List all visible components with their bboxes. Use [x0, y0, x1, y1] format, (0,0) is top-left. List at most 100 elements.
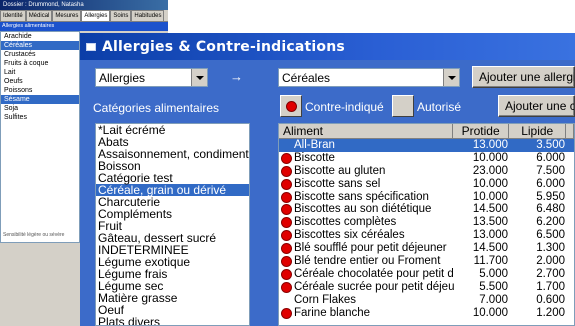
list-item[interactable]: Crustacés	[1, 50, 79, 59]
tab-identité[interactable]: Identité	[0, 10, 26, 21]
aliment-cell: Blé tendre entier ou Froment	[279, 255, 454, 268]
protide-cell: 5.000	[479, 267, 508, 280]
contra-indicated-icon	[281, 230, 292, 242]
status-blank-icon	[281, 140, 292, 151]
protide-cell: 11.700	[473, 255, 508, 268]
dialog-title-bar[interactable]: Allergies & Contre-indications	[80, 33, 575, 60]
lipide-cell: 6.480	[536, 203, 565, 216]
aliment-cell: All-Bran	[279, 139, 454, 152]
protide-cell: 13.000	[472, 229, 508, 242]
list-item[interactable]: Lait	[1, 68, 79, 77]
type-combo-dropdown-button[interactable]	[191, 69, 207, 86]
list-item[interactable]: Soja	[1, 104, 79, 113]
contra-indicated-icon	[281, 152, 292, 164]
lipide-cell: 3.500	[536, 139, 565, 151]
aliment-cell: Biscottes six céréales	[279, 229, 454, 242]
allergen-combo-dropdown-button[interactable]	[443, 69, 459, 86]
list-item[interactable]: Céréales	[1, 41, 79, 50]
table-row[interactable]: Blé tendre entier ou Froment 11.700 2.000	[279, 255, 574, 268]
lipide-cell: 1.700	[536, 280, 565, 293]
contra-indicated-icon	[281, 255, 292, 267]
column-header-aliment[interactable]: Aliment	[279, 124, 453, 138]
aliment-name: Céréale chocolatée pour petit d...	[294, 267, 454, 280]
aliments-table[interactable]: Aliment Protide Lipide All-Bran 13.000 3.5…	[278, 123, 575, 326]
list-item[interactable]: Arachide	[1, 32, 79, 41]
tab-habitudes[interactable]: Habitudes	[131, 10, 165, 21]
lipide-cell: 0.600	[536, 293, 565, 306]
aliment-name: Biscotte sans spécification	[294, 190, 429, 203]
table-row[interactable]: Biscottes six céréales 13.000 6.500	[279, 229, 574, 242]
add-allergy-button[interactable]: Ajouter une allergie	[472, 66, 575, 88]
aliment-name: Biscotte	[294, 151, 335, 164]
contra-indicated-icon	[281, 307, 292, 319]
table-row[interactable]: Blé soufflé pour petit déjeuner 14.500 1.3…	[279, 242, 574, 255]
background-footnote: Sensibilité légère ou sévère	[3, 232, 65, 238]
tab-soins[interactable]: Soins	[110, 10, 132, 21]
aliment-cell: Céréale chocolatée pour petit d...	[279, 268, 454, 281]
lipide-cell: 6.500	[536, 229, 565, 242]
authorized-label: Autorisé	[417, 100, 462, 114]
column-header-lipide[interactable]: Lipide	[509, 124, 567, 138]
table-row[interactable]: Biscotte au gluten 23.000 7.500	[279, 165, 574, 178]
list-item[interactable]: Sulfites	[1, 113, 79, 122]
column-header-extra	[566, 124, 574, 138]
add-contra-indication-button[interactable]: Ajouter une c	[498, 95, 575, 117]
list-item[interactable]: Fruits à coque	[1, 59, 79, 68]
list-item[interactable]: Sésame	[1, 95, 79, 104]
contra-indicated-swatch[interactable]	[280, 95, 302, 117]
table-row[interactable]: Céréale chocolatée pour petit d... 5.000 2…	[279, 268, 574, 281]
aliment-cell: Biscotte	[279, 152, 454, 165]
type-combo[interactable]: Allergies	[95, 68, 208, 87]
contra-indicated-icon	[281, 243, 292, 255]
category-item[interactable]: Plats divers	[96, 316, 249, 325]
lipide-cell: 7.500	[536, 164, 565, 177]
column-header-protide[interactable]: Protide	[453, 124, 510, 138]
table-row[interactable]: Biscotte 10.000 6.000	[279, 152, 574, 165]
lipide-cell: 2.000	[536, 255, 565, 268]
lipide-cell: 2.700	[536, 267, 565, 280]
background-allergy-list[interactable]: Arachide Céréales Crustacés Fruits à coque L…	[0, 31, 80, 243]
table-row[interactable]: Céréale sucrée pour petit déjeu... 5.500 1…	[279, 281, 574, 294]
aliment-name: Blé tendre entier ou Froment	[294, 255, 441, 267]
table-row[interactable]: All-Bran 13.000 3.500	[279, 139, 574, 152]
tab-mesures[interactable]: Mesures	[52, 10, 82, 21]
window-icon	[86, 42, 96, 51]
aliment-cell: Biscotte sans spécification	[279, 191, 454, 204]
table-row[interactable]: Biscotte sans sel 10.000 6.000	[279, 178, 574, 191]
aliment-name: Biscottes au son diététique	[294, 203, 432, 216]
aliment-name: Céréale sucrée pour petit déjeu...	[294, 280, 454, 293]
table-row[interactable]: Biscottes au son diététique 14.500 6.480	[279, 203, 574, 216]
type-combo-value: Allergies	[99, 71, 146, 85]
contra-indicated-icon	[281, 217, 292, 229]
authorized-swatch[interactable]	[392, 95, 414, 117]
list-item[interactable]: Poissons	[1, 86, 79, 95]
protide-cell: 23.000	[472, 164, 508, 177]
contra-indicated-icon	[281, 191, 292, 203]
table-row[interactable]: Farine blanche 10.000 1.200	[279, 307, 574, 320]
chevron-down-icon	[195, 75, 204, 80]
categories-list[interactable]: *Lait écrémé Abats Assaisonnement, condime…	[95, 123, 250, 326]
lipide-cell: 6.000	[536, 151, 565, 164]
lipide-cell: 5.950	[536, 190, 565, 203]
list-item[interactable]: Oeufs	[1, 77, 79, 86]
lipide-cell: 6.200	[536, 216, 565, 229]
protide-cell: 10.000	[472, 190, 508, 203]
status-blank-icon	[281, 295, 292, 306]
aliment-name: Corn Flakes	[294, 293, 356, 306]
table-row[interactable]: Corn Flakes 7.000 0.600	[279, 294, 574, 307]
aliment-name: Blé soufflé pour petit déjeuner	[294, 242, 447, 255]
aliment-cell: Céréale sucrée pour petit déjeu...	[279, 281, 454, 294]
contra-indicated-icon	[281, 281, 292, 293]
table-row[interactable]: Biscottes complètes 13.500 6.200	[279, 216, 574, 229]
table-row[interactable]: Biscotte sans spécification 10.000 5.950	[279, 191, 574, 204]
tab-allergies[interactable]: Allergies	[81, 10, 111, 21]
allergen-combo[interactable]: Céréales	[278, 68, 460, 87]
tab-médical[interactable]: Médical	[25, 10, 53, 21]
lipide-cell: 1.200	[536, 306, 565, 319]
red-dot-icon	[286, 101, 297, 112]
allergies-dialog: Allergies & Contre-indications Allergies…	[80, 33, 575, 326]
protide-cell: 14.500	[472, 203, 508, 216]
aliment-name: Biscottes complètes	[294, 216, 397, 229]
protide-cell: 10.000	[472, 177, 508, 190]
background-window-title: Dossier : Drummond, Natasha	[0, 0, 168, 10]
